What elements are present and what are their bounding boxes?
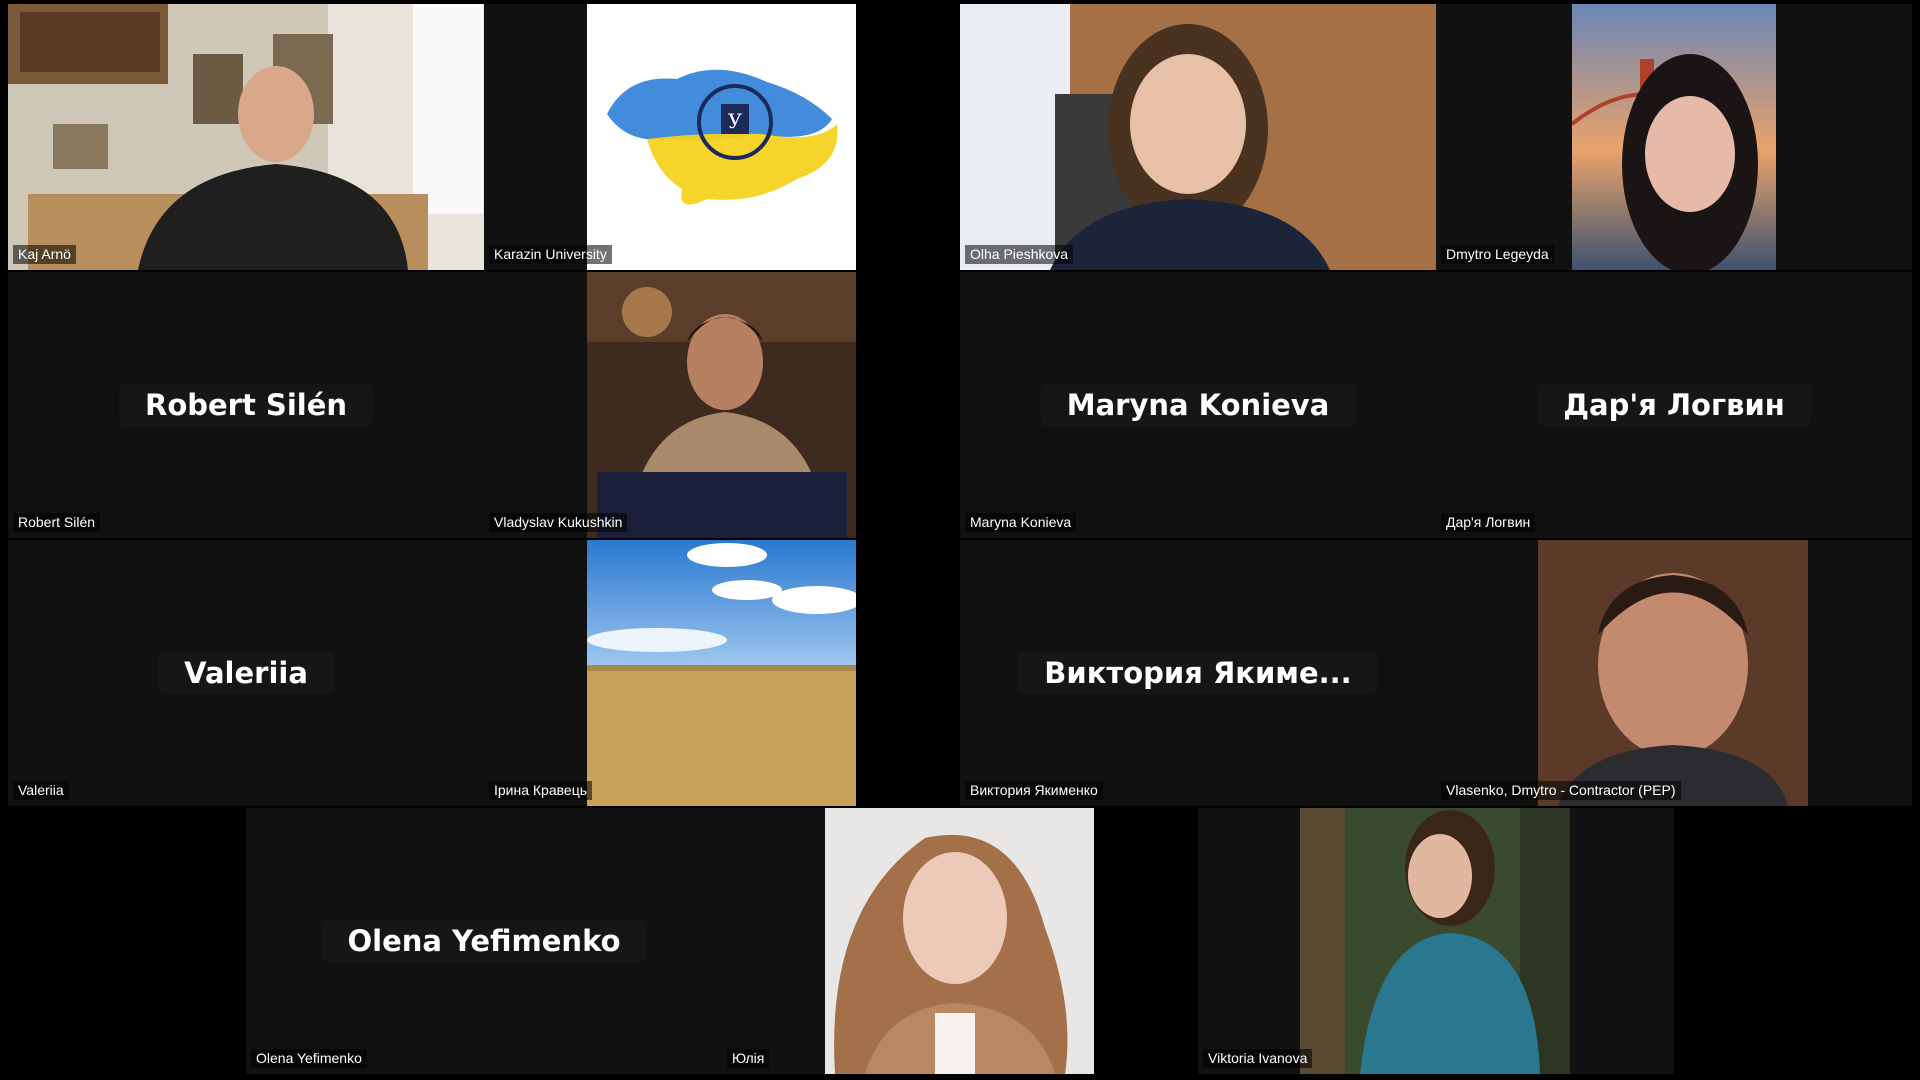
participant-video-olha: [960, 4, 1436, 270]
participant-name-label: Viktoria Ivanova: [1203, 1049, 1313, 1068]
participant-tile-yuliia[interactable]: Юлія: [722, 808, 1094, 1074]
participant-name-label: Виктория Якименко: [965, 781, 1103, 800]
participant-video-viktoria-iv: [1300, 808, 1570, 1074]
participant-tile-iryna[interactable]: Ірина Кравець: [484, 540, 856, 806]
participant-tile-valeriia[interactable]: Valeriia Valeriia: [8, 540, 484, 806]
participant-name-label: Karazin University: [489, 245, 612, 264]
participant-name-placeholder: Olena Yefimenko: [321, 920, 647, 962]
participant-tile-kaj[interactable]: Kaj Arnö: [8, 4, 484, 270]
participant-video-kaj: [8, 4, 484, 270]
participant-tile-robert[interactable]: Robert Silén Robert Silén: [8, 272, 484, 538]
participant-tile-viktoria-iv[interactable]: Viktoria Ivanova: [1198, 808, 1674, 1074]
participant-video-dmytro-l: [1572, 4, 1776, 270]
participant-name-label: Kaj Arnö: [13, 245, 76, 264]
participant-video-iryna: [587, 540, 856, 806]
participant-tile-maryna[interactable]: Maryna Konieva Maryna Konieva: [960, 272, 1436, 538]
participant-name-label: Olena Yefimenko: [251, 1049, 367, 1068]
participant-name-label: Dmytro Legeyda: [1441, 245, 1554, 264]
participant-tile-viktoriya-ya[interactable]: Виктория Якиме... Виктория Якименко: [960, 540, 1436, 806]
participant-name-placeholder: Виктория Якиме...: [1018, 652, 1378, 694]
participant-name-label: Дар'я Логвин: [1441, 513, 1536, 532]
participant-name-label: Olha Pieshkova: [965, 245, 1074, 264]
participant-name-label: Vlasenko, Dmytro - Contractor (PEP): [1441, 781, 1681, 800]
participant-name-placeholder: Valeriia: [158, 652, 334, 694]
participant-video-yuliia: [825, 808, 1094, 1074]
participant-tile-vlasenko[interactable]: Vlasenko, Dmytro - Contractor (PEP): [1436, 540, 1912, 806]
participant-tile-olena[interactable]: Olena Yefimenko Olena Yefimenko: [246, 808, 722, 1074]
participant-name-label: Robert Silén: [13, 513, 101, 532]
participant-name-placeholder: Robert Silén: [118, 384, 374, 426]
participant-tile-vladyslav[interactable]: Vladyslav Kukushkin: [484, 272, 856, 538]
participant-video-vladyslav: [587, 272, 856, 538]
participant-name-label: Юлія: [727, 1049, 770, 1068]
participant-name-placeholder: Maryna Konieva: [1040, 384, 1356, 426]
participant-name-placeholder: Дар'я Логвин: [1537, 384, 1811, 426]
karazin-university-logo: У: [587, 4, 856, 270]
participant-video-vlasenko: [1538, 540, 1808, 806]
participant-tile-dmytro-l[interactable]: Dmytro Legeyda: [1436, 4, 1912, 270]
svg-text:У: У: [728, 109, 743, 133]
participant-tile-karazin[interactable]: У Karazin University: [484, 4, 856, 270]
participant-tile-olha[interactable]: Olha Pieshkova: [960, 4, 1436, 270]
video-grid: Kaj Arnö У Karazin University Olha Piesh…: [0, 0, 1920, 1080]
participant-name-label: Ірина Кравець: [489, 781, 593, 800]
participant-tile-darya[interactable]: Дар'я Логвин Дар'я Логвин: [1436, 272, 1912, 538]
participant-name-label: Maryna Konieva: [965, 513, 1077, 532]
participant-name-label: Valeriia: [13, 781, 69, 800]
participant-name-label: Vladyslav Kukushkin: [489, 513, 628, 532]
